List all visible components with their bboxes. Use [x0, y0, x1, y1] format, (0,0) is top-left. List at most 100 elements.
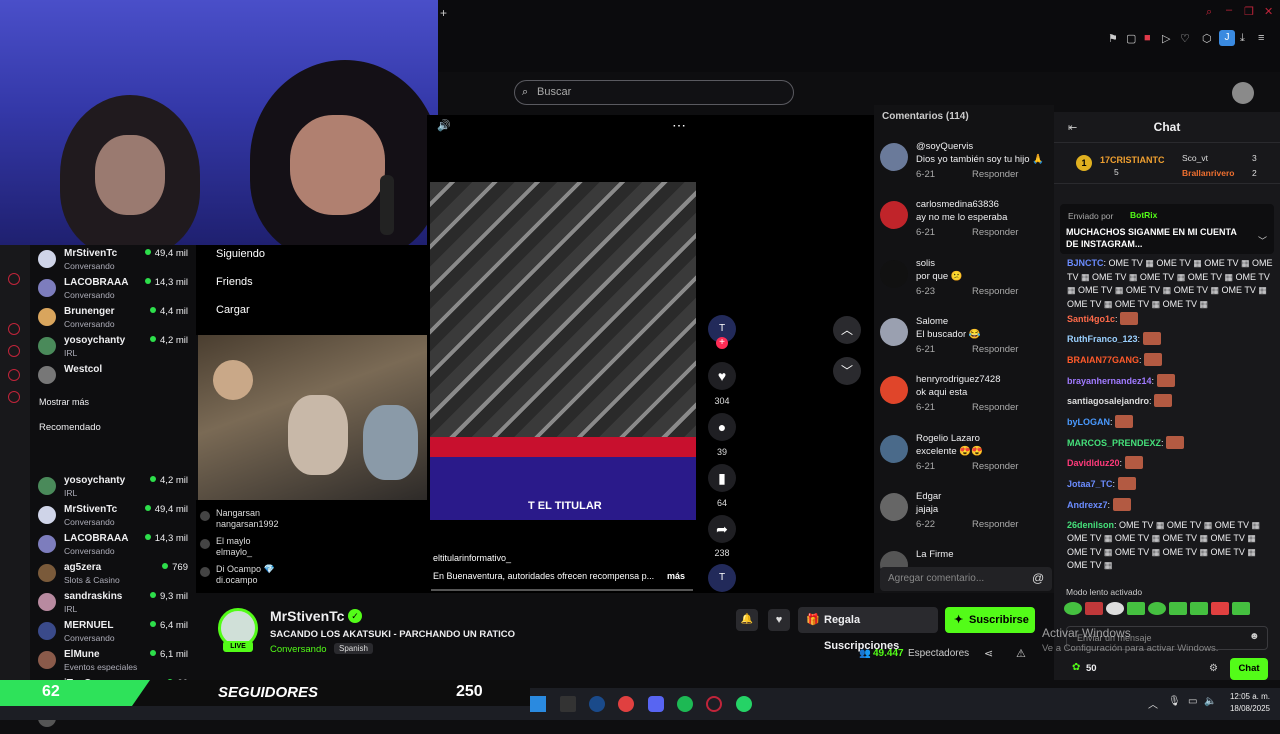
rail-icon[interactable]: [8, 273, 20, 285]
play-icon[interactable]: ▷: [1162, 32, 1170, 45]
sound-icon[interactable]: T: [708, 564, 736, 592]
comment-avatar[interactable]: [880, 492, 908, 521]
send-chat-button[interactable]: Chat: [1230, 658, 1268, 680]
comment-user[interactable]: carlosmedina63836: [916, 199, 999, 210]
leader-name[interactable]: Sco_vt: [1182, 153, 1208, 163]
rail-icon[interactable]: [8, 369, 20, 381]
bookmark-icon[interactable]: ⚑: [1108, 32, 1118, 45]
comment-user[interactable]: @soyQuervis: [916, 141, 973, 152]
notification-bell-icon[interactable]: 🔔: [736, 609, 758, 631]
language-tag[interactable]: Spanish: [334, 643, 373, 654]
steam-icon[interactable]: [589, 696, 605, 712]
rail-icon[interactable]: [8, 391, 20, 403]
chevron-down-icon[interactable]: ﹀: [1258, 234, 1267, 247]
search-icon[interactable]: ⌕: [1206, 6, 1212, 19]
leader-name[interactable]: 17CRISTIANTC: [1100, 155, 1165, 165]
screenshot-icon[interactable]: ▢: [1126, 32, 1136, 45]
comment-input[interactable]: Agregar comentario... @: [880, 567, 1052, 591]
chat-username[interactable]: BRAIAN77GANG: [1067, 355, 1139, 365]
comment-user[interactable]: La Firme: [916, 549, 953, 560]
next-video-button[interactable]: ﹀: [833, 357, 861, 385]
network-icon[interactable]: ▭: [1188, 696, 1197, 707]
sidebar-channel[interactable]: LACOBRAAA Conversando 14,3 mil: [36, 532, 192, 560]
chat-username[interactable]: brayanhernandez14: [1067, 376, 1152, 386]
menu-friends[interactable]: Friends: [216, 276, 253, 288]
chat-username[interactable]: 26denilson: [1067, 520, 1114, 530]
rail-icon[interactable]: [8, 345, 20, 357]
reply-button[interactable]: Responder: [972, 519, 1018, 530]
gift-subs-button[interactable]: 🎁 Regala Suscripciones: [798, 607, 938, 652]
maximize-icon[interactable]: ❐: [1244, 5, 1254, 18]
comment-user[interactable]: henryrodriguez7428: [916, 374, 1001, 385]
points-icon[interactable]: ✿: [1072, 662, 1080, 673]
sidebar-channel[interactable]: MrStivenTc Conversando 49,4 mil: [36, 503, 192, 531]
chrome-icon[interactable]: [618, 696, 634, 712]
progress-bar[interactable]: [431, 589, 693, 591]
clock-date[interactable]: 18/08/2025: [1222, 704, 1270, 713]
user-avatar[interactable]: [1232, 82, 1254, 104]
menu-icon[interactable]: ≡: [1258, 32, 1264, 44]
sidebar-channel[interactable]: LACOBRAAA Conversando 14,3 mil: [36, 276, 192, 304]
microphone-tray-icon[interactable]: 🎙: [1168, 696, 1181, 707]
sidebar-channel[interactable]: ElMune Eventos especiales 6,1 mil: [36, 648, 192, 676]
chat-username[interactable]: byLOGAN: [1067, 417, 1110, 427]
sidebar-channel[interactable]: yosoychanty IRL 4,2 mil: [36, 474, 192, 502]
live-thumbnail[interactable]: [198, 335, 429, 500]
comment-user[interactable]: Salome: [916, 316, 948, 327]
leader-name[interactable]: Brallanrivero: [1182, 168, 1234, 178]
chat-username[interactable]: Andrexz7: [1067, 500, 1108, 510]
bookmark-icon[interactable]: ▮: [708, 464, 736, 492]
mention-icon[interactable]: @: [1032, 571, 1044, 585]
pinned-message[interactable]: Enviado por BotRix MUCHACHOS SIGANME EN …: [1060, 204, 1274, 254]
clock-time[interactable]: 12:05 a. m.: [1222, 692, 1270, 701]
like-icon[interactable]: ♥: [708, 362, 736, 390]
comment-avatar[interactable]: [880, 201, 908, 230]
share-icon[interactable]: ➦: [708, 515, 736, 543]
menu-upload[interactable]: Cargar: [216, 304, 250, 316]
comment-avatar[interactable]: [880, 434, 908, 463]
sidebar-channel[interactable]: yosoychanty IRL 4,2 mil: [36, 334, 192, 362]
sidebar-channel[interactable]: Westcol: [36, 363, 192, 391]
video-author[interactable]: eltitularinformativo_: [433, 553, 511, 563]
chat-username[interactable]: BJNCTC: [1067, 258, 1104, 268]
comment-avatar[interactable]: [880, 143, 908, 171]
windows-start-icon[interactable]: [530, 696, 546, 712]
reply-button[interactable]: Responder: [972, 402, 1018, 413]
reply-button[interactable]: Responder: [972, 169, 1018, 180]
minimize-icon[interactable]: –: [1226, 4, 1232, 16]
sidebar-channel[interactable]: MrStivenTc Conversando 49,4 mil: [36, 247, 192, 275]
new-tab-icon[interactable]: +: [440, 6, 447, 20]
stream-category[interactable]: Conversando: [270, 644, 327, 655]
tray-chevron-icon[interactable]: ︿: [1148, 696, 1158, 711]
discord-icon[interactable]: [648, 696, 664, 712]
comment-avatar[interactable]: [880, 259, 908, 288]
volume-icon[interactable]: 🔊: [437, 119, 451, 132]
shield-icon[interactable]: ■: [1144, 32, 1151, 44]
more-link[interactable]: más: [667, 571, 685, 581]
epic-games-icon[interactable]: [560, 696, 576, 712]
profile-icon[interactable]: J: [1219, 30, 1235, 46]
reply-button[interactable]: Responder: [972, 344, 1018, 355]
comment-user[interactable]: solis: [916, 258, 935, 269]
reply-button[interactable]: Responder: [972, 461, 1018, 472]
comment-user[interactable]: Rogelio Lazaro: [916, 433, 980, 444]
chat-username[interactable]: MARCOS_PRENDEXZ: [1067, 438, 1161, 448]
share-icon[interactable]: ⋖: [984, 647, 993, 660]
comment-icon[interactable]: ●: [708, 413, 736, 441]
download-icon[interactable]: ⤓: [1240, 32, 1245, 45]
whatsapp-icon[interactable]: [736, 696, 752, 712]
chat-username[interactable]: Davidlduz20: [1067, 458, 1120, 468]
subscribe-button[interactable]: ✦ Suscribirse: [945, 607, 1035, 633]
sidebar-channel[interactable]: ag5zera Slots & Casino 769: [36, 561, 192, 589]
chat-username[interactable]: RuthFranco_123: [1067, 334, 1138, 344]
channel-name[interactable]: MrStivenTc: [270, 608, 344, 624]
follow-heart-icon[interactable]: ♥: [768, 609, 790, 631]
chat-username[interactable]: santiagosalejandro: [1067, 396, 1149, 406]
close-icon[interactable]: ✕: [1264, 5, 1273, 18]
rail-icon[interactable]: [8, 323, 20, 335]
heart-icon[interactable]: ♡: [1180, 32, 1190, 45]
emoji-icon[interactable]: ☻: [1249, 631, 1260, 642]
extensions-icon[interactable]: ⬡: [1202, 32, 1212, 45]
previous-video-button[interactable]: ︿: [833, 316, 861, 344]
spotify-icon[interactable]: [677, 696, 693, 712]
